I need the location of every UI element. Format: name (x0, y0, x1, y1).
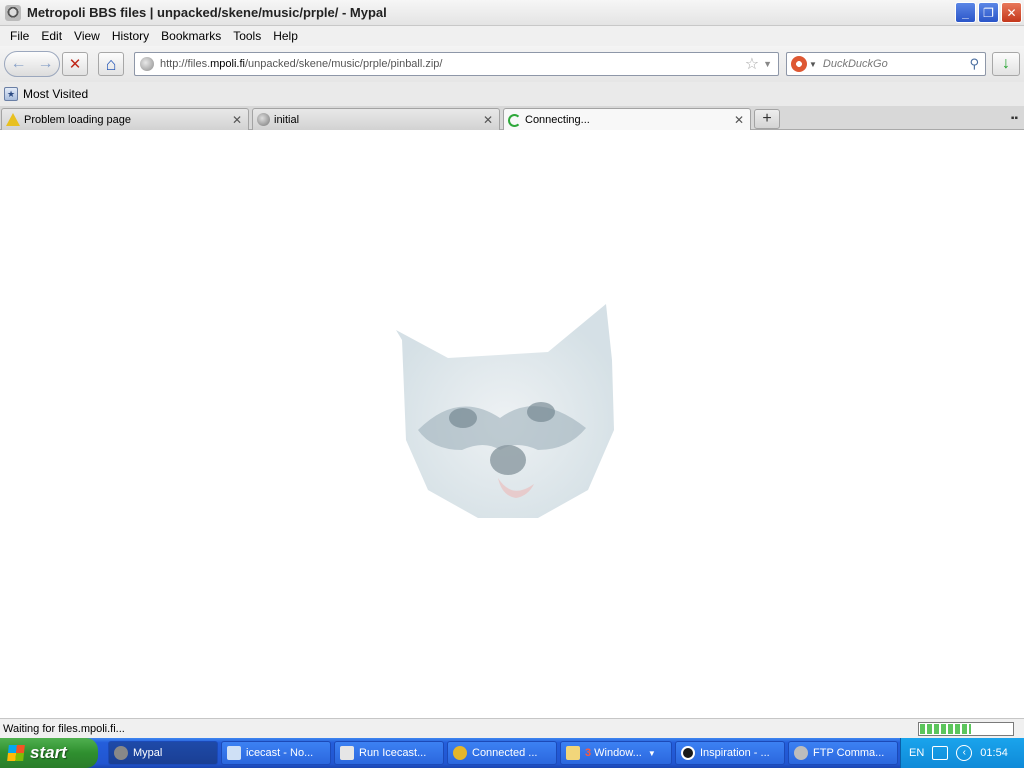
menu-file[interactable]: File (4, 29, 35, 43)
menu-bookmarks[interactable]: Bookmarks (155, 29, 227, 43)
start-button[interactable]: start (0, 738, 98, 768)
restore-button[interactable]: ❐ (978, 2, 999, 23)
menu-bar: File Edit View History Bookmarks Tools H… (0, 26, 1024, 46)
clock: 01:54 (980, 747, 1008, 759)
search-engine-dropdown-icon[interactable]: ▼ (809, 60, 817, 69)
windows-taskbar: start Mypal icecast - No... Run Icecast.… (0, 738, 1024, 768)
url-text[interactable]: http://files.mpoli.fi/unpacked/skene/mus… (160, 58, 745, 70)
bookmark-star-icon[interactable]: ☆ (745, 54, 759, 74)
language-indicator[interactable]: EN (909, 747, 924, 759)
search-input[interactable]: DuckDuckGo (823, 58, 970, 70)
taskbar-item-run-icecast[interactable]: Run Icecast... (334, 741, 444, 765)
page-content (0, 130, 1024, 718)
menu-view[interactable]: View (68, 29, 106, 43)
tab-label: Connecting... (525, 114, 590, 126)
url-history-dropdown-icon[interactable]: ▼ (763, 59, 772, 69)
navigation-toolbar: ← → ✕ ⌂ http://files.mpoli.fi/unpacked/s… (0, 46, 1024, 82)
tab-connecting[interactable]: Connecting... ✕ (503, 108, 751, 131)
menu-help[interactable]: Help (267, 29, 304, 43)
search-magnifier-icon[interactable]: ⚲ (969, 56, 979, 72)
globe-icon (257, 113, 270, 126)
status-text: Waiting for files.mpoli.fi... (3, 722, 125, 735)
progress-fill (920, 724, 971, 734)
menu-tools[interactable]: Tools (227, 29, 267, 43)
keyboard-icon[interactable] (932, 746, 949, 760)
close-button[interactable]: ✕ (1001, 2, 1022, 23)
system-tray: EN ‹ 01:54 (900, 738, 1024, 768)
status-bar: Waiting for files.mpoli.fi... (0, 718, 1024, 738)
stop-button[interactable]: ✕ (62, 52, 88, 76)
minimize-button[interactable]: _ (955, 2, 976, 23)
downloads-button[interactable]: ↓ (992, 52, 1020, 76)
ftp-gear-icon (794, 746, 808, 760)
tray-expand-icon[interactable]: ‹ (956, 745, 973, 761)
notepad-icon (227, 746, 241, 760)
site-identity-globe-icon[interactable] (140, 57, 154, 71)
taskbar-item-connected[interactable]: Connected ... (447, 741, 557, 765)
title-bar: Metropoli BBS files | unpacked/skene/mus… (0, 0, 1024, 26)
medal-icon (453, 746, 467, 760)
tab-close-icon[interactable]: ✕ (230, 113, 244, 127)
search-bar[interactable]: ▼ DuckDuckGo ⚲ (786, 52, 986, 76)
menu-history[interactable]: History (106, 29, 155, 43)
warning-icon (6, 113, 20, 126)
bookmarks-toolbar: ★ Most Visited (0, 82, 1024, 106)
url-bar[interactable]: http://files.mpoli.fi/unpacked/skene/mus… (134, 52, 779, 76)
window-controls: _ ❐ ✕ (955, 2, 1022, 23)
tab-initial[interactable]: initial ✕ (252, 108, 500, 130)
windows-logo-icon (7, 745, 25, 761)
most-visited-folder-icon: ★ (4, 87, 18, 101)
tab-strip: Problem loading page ✕ initial ✕ Connect… (0, 106, 1024, 131)
list-all-tabs-icon[interactable]: ▪▪ (1011, 113, 1018, 124)
mypal-app-icon (5, 4, 21, 21)
audio-player-icon (681, 746, 695, 760)
home-button[interactable]: ⌂ (98, 52, 124, 76)
group-dropdown-icon: ▼ (647, 748, 656, 758)
menu-edit[interactable]: Edit (35, 29, 68, 43)
taskbar-item-ftp-commander[interactable]: FTP Comma... (788, 741, 898, 765)
folder-icon (566, 746, 580, 760)
most-visited-bookmark[interactable]: Most Visited (23, 87, 88, 101)
tab-label: Problem loading page (24, 113, 132, 126)
taskbar-item-inspiration[interactable]: Inspiration - ... (675, 741, 785, 765)
forward-button[interactable]: → (32, 55, 59, 73)
mypal-icon (114, 746, 128, 760)
back-button[interactable]: ← (5, 55, 32, 73)
back-forward-group: ← → (4, 51, 60, 77)
duckduckgo-engine-icon[interactable] (791, 56, 807, 72)
tab-problem-loading[interactable]: Problem loading page ✕ (1, 108, 249, 130)
tab-close-icon[interactable]: ✕ (732, 113, 746, 127)
raccoon-mascot-logo (396, 304, 614, 518)
window-title: Metropoli BBS files | unpacked/skene/mus… (27, 5, 387, 20)
loading-spinner-icon (508, 113, 521, 127)
tools-icon (340, 746, 354, 760)
tab-label: initial (274, 113, 300, 126)
taskbar-item-windows-group[interactable]: 3 Window... ▼ (560, 741, 672, 765)
taskbar-item-icecast-notepad[interactable]: icecast - No... (221, 741, 331, 765)
tab-close-icon[interactable]: ✕ (481, 113, 495, 127)
taskbar-item-mypal[interactable]: Mypal (108, 741, 218, 765)
page-load-progress-bar (918, 722, 1014, 736)
new-tab-button[interactable]: + (754, 109, 780, 129)
